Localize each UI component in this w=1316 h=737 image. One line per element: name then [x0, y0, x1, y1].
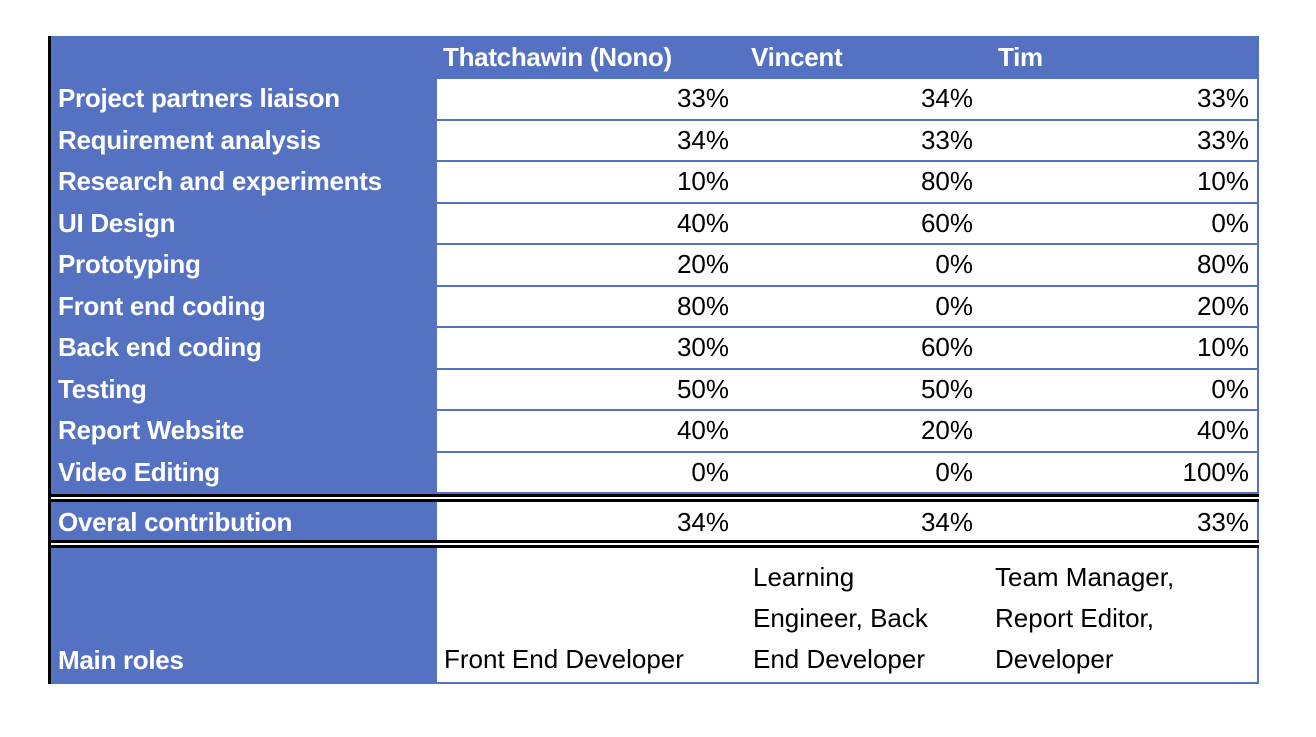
task-label: Front end coding: [58, 290, 266, 321]
overall-vincent[interactable]: 34%: [741, 502, 987, 542]
task-label: Testing: [58, 373, 147, 404]
contribution-table: Thatchawin (Nono) Vincent Tim Project pa…: [48, 36, 1259, 684]
percentage-cell[interactable]: 40%: [987, 411, 1257, 451]
percentage-cell[interactable]: 40%: [437, 411, 741, 451]
table-row: Project partners liaison 33% 34% 33%: [51, 79, 1259, 119]
percentage-cell[interactable]: 10%: [987, 328, 1257, 368]
percentage-cell[interactable]: 0%: [987, 204, 1257, 244]
percentage-cell[interactable]: 0%: [987, 370, 1257, 410]
roles-label: Main roles: [58, 645, 184, 675]
role-nono[interactable]: Front End Developer: [437, 548, 741, 682]
table-row: Requirement analysis 34% 33% 33%: [51, 120, 1259, 161]
percentage-cell[interactable]: 20%: [741, 411, 987, 451]
percentage-cell[interactable]: 60%: [741, 328, 987, 368]
table-row: Front end coding 80% 0% 20%: [51, 286, 1259, 327]
percentage-cell[interactable]: 80%: [987, 245, 1257, 285]
percentage-cell[interactable]: 80%: [437, 287, 741, 327]
table-row: Video Editing 0% 0% 100%: [51, 452, 1259, 493]
header-row: Thatchawin (Nono) Vincent Tim: [51, 36, 1259, 78]
percentage-cell[interactable]: 33%: [987, 121, 1257, 161]
overall-tim[interactable]: 33%: [987, 502, 1257, 542]
percentage-cell[interactable]: 30%: [437, 328, 741, 368]
percentage-cell[interactable]: 80%: [741, 162, 987, 202]
percentage-cell[interactable]: 0%: [741, 245, 987, 285]
table-row: Prototyping 20% 0% 80%: [51, 245, 1259, 285]
task-label: UI Design: [58, 207, 176, 238]
table-row: UI Design 40% 60% 0%: [51, 203, 1259, 244]
roles-row: Main roles Front End Developer Learning …: [51, 548, 1259, 682]
percentage-cell[interactable]: 60%: [741, 204, 987, 244]
percentage-cell[interactable]: 20%: [437, 245, 741, 285]
table-row: Report Website 40% 20% 40%: [51, 411, 1259, 451]
percentage-cell[interactable]: 33%: [741, 121, 987, 161]
double-divider-top: [51, 494, 1259, 502]
table-row: Testing 50% 50% 0%: [51, 369, 1259, 410]
percentage-cell[interactable]: 50%: [741, 370, 987, 410]
percentage-cell[interactable]: 40%: [437, 204, 741, 244]
percentage-cell[interactable]: 50%: [437, 370, 741, 410]
column-header-vincent[interactable]: Vincent: [751, 36, 843, 78]
table-row: Back end coding 30% 60% 10%: [51, 328, 1259, 368]
percentage-cell[interactable]: 0%: [741, 453, 987, 493]
task-label: Report Website: [58, 415, 245, 446]
percentage-cell[interactable]: 10%: [437, 162, 741, 202]
percentage-cell[interactable]: 0%: [437, 453, 741, 493]
role-tim[interactable]: Team Manager, Report Editor, Developer: [987, 548, 1257, 682]
task-label: Video Editing: [58, 456, 220, 487]
double-divider-bottom: [51, 540, 1259, 548]
overall-row: Overal contribution 34% 34% 33%: [51, 502, 1259, 542]
column-header-nono[interactable]: Thatchawin (Nono): [443, 36, 672, 78]
role-vincent[interactable]: Learning Engineer, Back End Developer: [741, 548, 987, 682]
percentage-cell[interactable]: 34%: [741, 79, 987, 119]
task-label: Prototyping: [58, 249, 201, 280]
table-row: Research and experiments 10% 80% 10%: [51, 162, 1259, 202]
task-label: Project partners liaison: [58, 83, 340, 114]
percentage-cell[interactable]: 0%: [741, 287, 987, 327]
task-label: Research and experiments: [58, 166, 382, 197]
percentage-cell[interactable]: 10%: [987, 162, 1257, 202]
task-label: Back end coding: [58, 332, 262, 363]
percentage-cell[interactable]: 33%: [437, 79, 741, 119]
overall-label: Overal contribution: [58, 506, 293, 537]
percentage-cell[interactable]: 20%: [987, 287, 1257, 327]
column-header-tim[interactable]: Tim: [998, 36, 1043, 78]
overall-nono[interactable]: 34%: [437, 502, 741, 542]
task-label: Requirement analysis: [58, 124, 321, 155]
percentage-cell[interactable]: 34%: [437, 121, 741, 161]
percentage-cell[interactable]: 33%: [987, 79, 1257, 119]
percentage-cell[interactable]: 100%: [987, 453, 1257, 493]
